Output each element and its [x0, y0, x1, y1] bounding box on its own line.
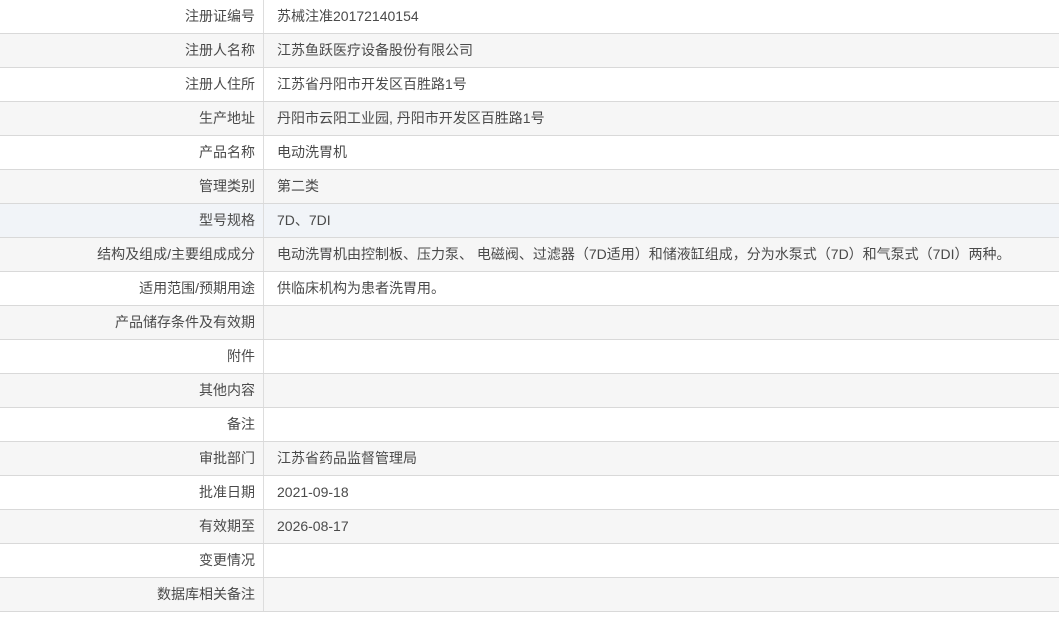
table-row-approval-department: 审批部门 江苏省药品监督管理局 — [0, 442, 1059, 476]
row-value — [264, 544, 1059, 577]
table-row-valid-until: 有效期至 2026-08-17 — [0, 510, 1059, 544]
row-value: 电动洗胃机由控制板、压力泵、 电磁阀、过滤器（7D适用）和储液缸组成，分为水泵式… — [277, 246, 1011, 262]
row-label: 数据库相关备注 — [0, 578, 264, 611]
row-label: 有效期至 — [0, 510, 264, 543]
table-row-other-content: 其他内容 — [0, 374, 1059, 408]
table-row-product-name: 产品名称 电动洗胃机 — [0, 136, 1059, 170]
row-value — [264, 578, 1059, 611]
row-value: 2026-08-17 — [277, 518, 349, 534]
table-row-approval-date: 批准日期 2021-09-18 — [0, 476, 1059, 510]
table-row-attachments: 附件 — [0, 340, 1059, 374]
row-label: 变更情况 — [0, 544, 264, 577]
row-label: 审批部门 — [0, 442, 264, 475]
row-value: 江苏省丹阳市开发区百胜路1号 — [277, 76, 467, 92]
table-row-certificate-number: 注册证编号 苏械注准20172140154 — [0, 0, 1059, 34]
row-label: 产品名称 — [0, 136, 264, 169]
row-label: 附件 — [0, 340, 264, 373]
row-label: 注册证编号 — [0, 0, 264, 33]
table-row-change-status: 变更情况 — [0, 544, 1059, 578]
row-label: 产品储存条件及有效期 — [0, 306, 264, 339]
table-row-structure-composition: 结构及组成/主要组成成分 电动洗胃机由控制板、压力泵、 电磁阀、过滤器（7D适用… — [0, 238, 1059, 272]
table-row-registrant-name: 注册人名称 江苏鱼跃医疗设备股份有限公司 — [0, 34, 1059, 68]
registration-info-table: 注册证编号 苏械注准20172140154 注册人名称 江苏鱼跃医疗设备股份有限… — [0, 0, 1059, 612]
row-value: 第二类 — [277, 178, 319, 194]
row-value — [264, 340, 1059, 373]
row-label: 其他内容 — [0, 374, 264, 407]
row-label: 备注 — [0, 408, 264, 441]
row-label: 结构及组成/主要组成成分 — [0, 238, 264, 271]
table-row-remarks: 备注 — [0, 408, 1059, 442]
row-value: 2021-09-18 — [277, 484, 349, 500]
row-label: 型号规格 — [0, 204, 264, 237]
row-label: 生产地址 — [0, 102, 264, 135]
row-label: 批准日期 — [0, 476, 264, 509]
table-row-registrant-address: 注册人住所 江苏省丹阳市开发区百胜路1号 — [0, 68, 1059, 102]
table-row-production-address: 生产地址 丹阳市云阳工业园, 丹阳市开发区百胜路1号 — [0, 102, 1059, 136]
row-value: 供临床机构为患者洗胃用。 — [277, 280, 445, 296]
row-value — [264, 374, 1059, 407]
row-value: 苏械注准20172140154 — [277, 8, 419, 24]
row-label: 注册人住所 — [0, 68, 264, 101]
row-value: 丹阳市云阳工业园, 丹阳市开发区百胜路1号 — [277, 110, 545, 126]
table-row-storage-validity: 产品储存条件及有效期 — [0, 306, 1059, 340]
row-value: 江苏鱼跃医疗设备股份有限公司 — [277, 42, 473, 58]
table-row-model-spec: 型号规格 7D、7DI — [0, 204, 1059, 238]
row-label: 管理类别 — [0, 170, 264, 203]
row-value — [264, 408, 1059, 441]
row-label: 适用范围/预期用途 — [0, 272, 264, 305]
row-value: 电动洗胃机 — [277, 144, 347, 160]
row-value: 江苏省药品监督管理局 — [277, 450, 417, 466]
table-row-intended-use: 适用范围/预期用途 供临床机构为患者洗胃用。 — [0, 272, 1059, 306]
row-value — [264, 306, 1059, 339]
row-label: 注册人名称 — [0, 34, 264, 67]
row-value: 7D、7DI — [277, 212, 331, 228]
table-row-database-notes: 数据库相关备注 — [0, 578, 1059, 612]
table-row-management-category: 管理类别 第二类 — [0, 170, 1059, 204]
